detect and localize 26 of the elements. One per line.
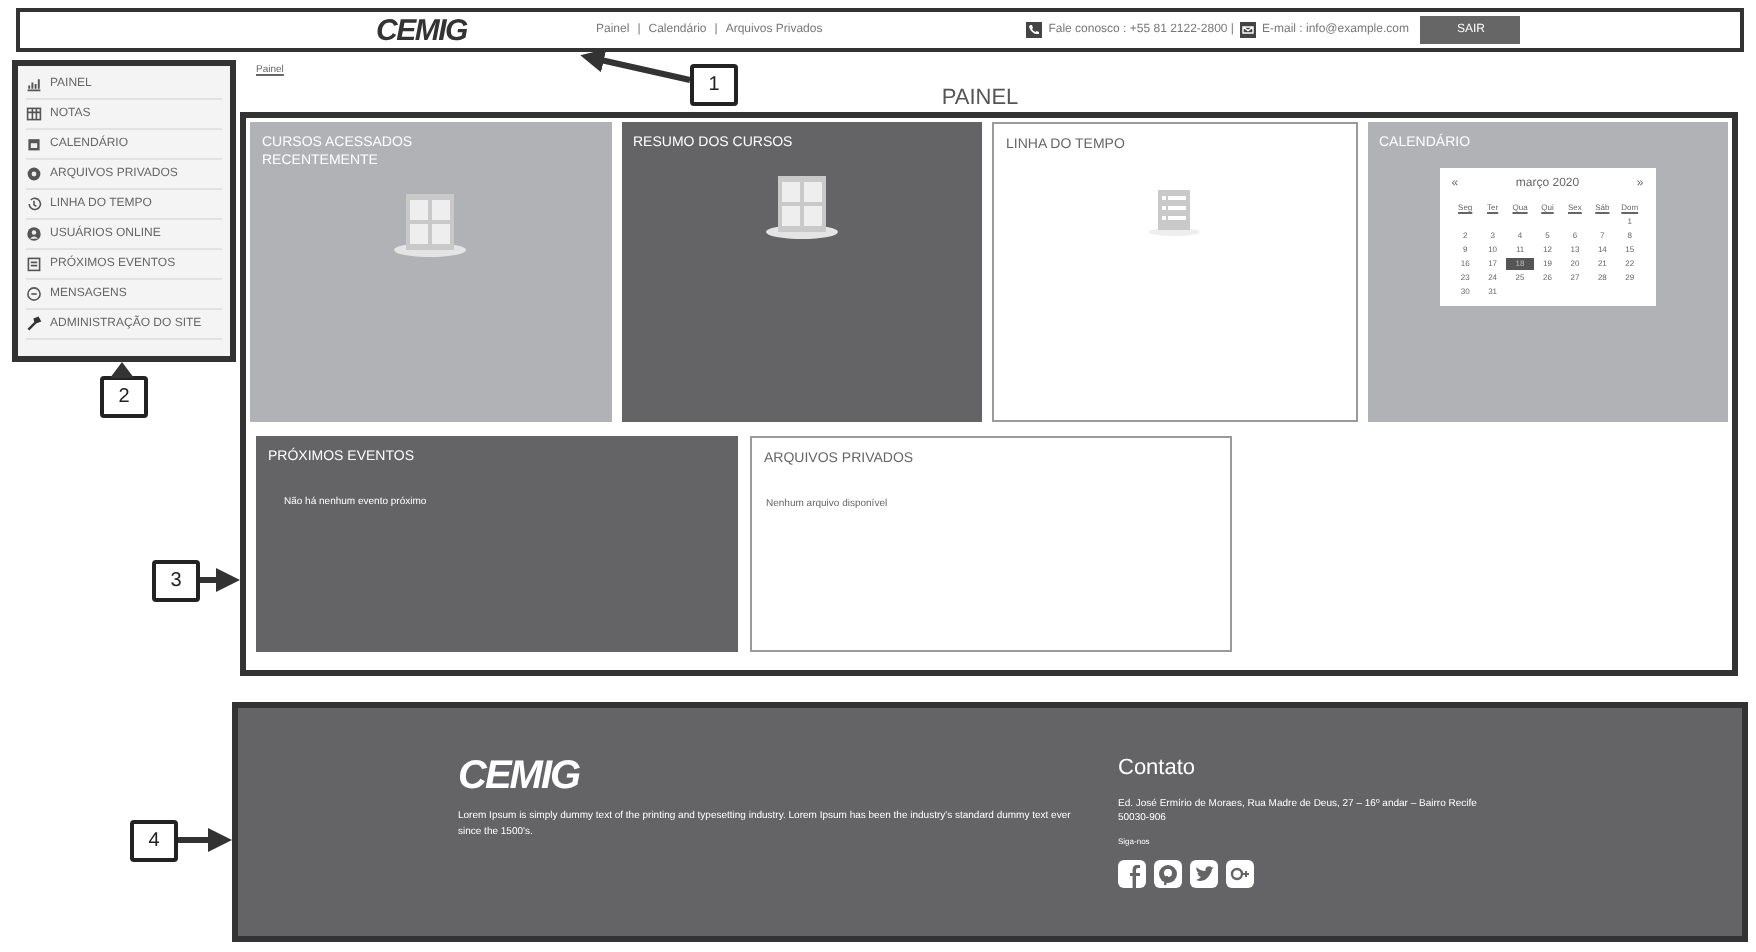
phone-icon bbox=[1026, 22, 1043, 38]
wrench-icon bbox=[26, 316, 42, 332]
email-icon bbox=[1240, 22, 1256, 38]
user-icon bbox=[26, 226, 42, 242]
callout-label: 1 bbox=[690, 64, 738, 106]
social-icon[interactable] bbox=[1226, 859, 1254, 887]
social-icon[interactable] bbox=[1154, 859, 1182, 887]
footer-logo: CEMIG bbox=[458, 756, 582, 796]
table-icon bbox=[26, 106, 42, 122]
logo: CEMIG bbox=[376, 15, 470, 45]
callout-label: 2 bbox=[100, 376, 148, 418]
callout-label: 3 bbox=[152, 560, 200, 602]
calendar-icon bbox=[26, 136, 42, 152]
chart-icon bbox=[26, 76, 42, 92]
list-icon bbox=[1146, 186, 1203, 238]
callout-label: 4 bbox=[130, 820, 178, 862]
events-icon bbox=[26, 256, 42, 272]
course-grid-icon bbox=[761, 172, 842, 240]
message-icon bbox=[26, 286, 42, 302]
course-grid-icon bbox=[390, 190, 471, 258]
page-title: PAINEL bbox=[939, 84, 1021, 114]
contact-heading: Contato bbox=[1118, 754, 1198, 784]
disc-icon bbox=[26, 166, 42, 182]
social-icon[interactable] bbox=[1118, 859, 1146, 887]
history-icon bbox=[26, 196, 42, 212]
social-icon[interactable] bbox=[1190, 859, 1218, 887]
